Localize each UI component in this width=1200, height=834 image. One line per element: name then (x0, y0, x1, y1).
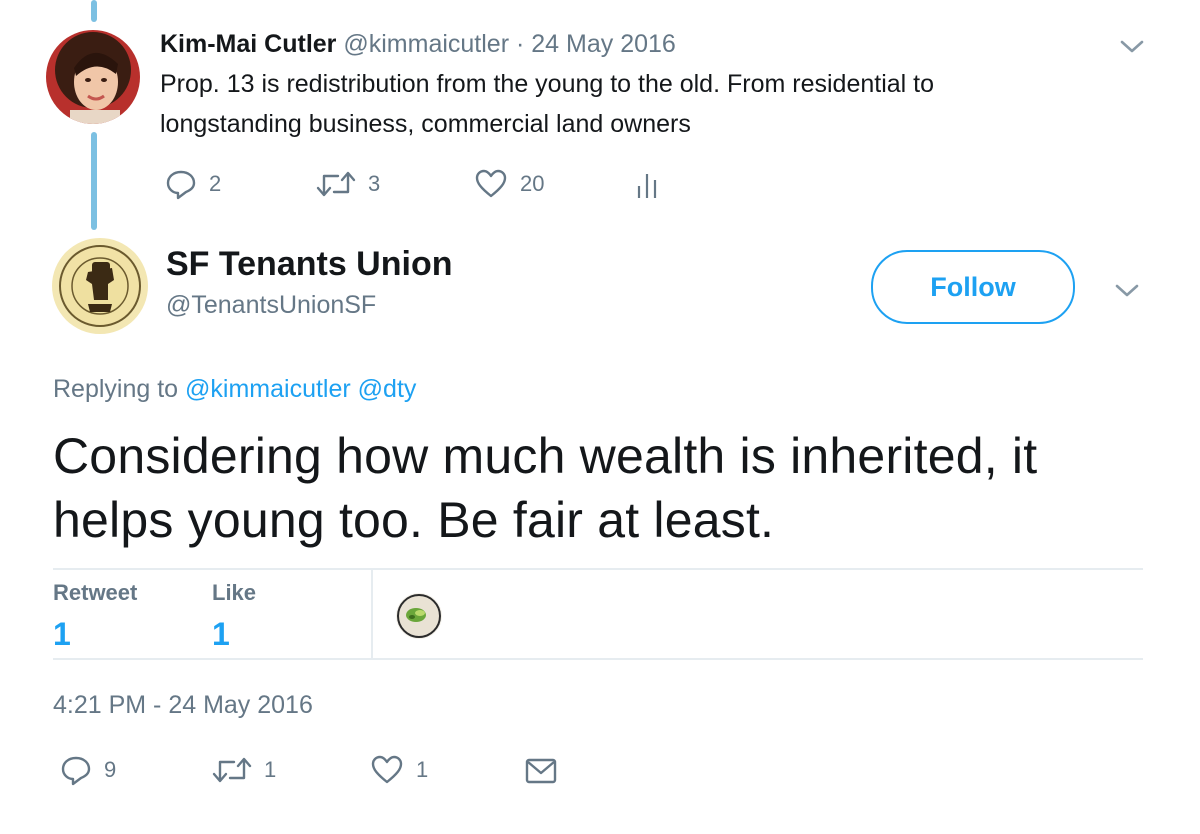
heart-icon (371, 755, 403, 784)
parent-like-button[interactable]: 20 (474, 168, 544, 200)
retweet-stat-label: Retweet (53, 580, 138, 605)
parent-reply-count: 2 (209, 171, 222, 196)
parent-retweet-count: 3 (368, 171, 381, 196)
main-like-count: 1 (416, 757, 429, 782)
stats-top-divider (53, 568, 1143, 570)
thread-line-top (91, 0, 97, 22)
stats-vertical-divider (371, 570, 373, 659)
retweet-stat[interactable]: Retweet 1 (53, 580, 137, 653)
main-retweet-count: 1 (264, 757, 277, 782)
parent-author-name[interactable]: Kim-Mai Cutler (160, 30, 336, 58)
direct-message-button[interactable] (524, 756, 558, 791)
mention-dty[interactable]: @dty (358, 375, 417, 403)
tweet-timestamp[interactable]: 4:21 PM - 24 May 2016 (53, 688, 313, 722)
replying-to-label: Replying to (53, 375, 179, 403)
replying-to: Replying to @kimmaicutler @dty (53, 372, 416, 406)
avatar-kimmaicutler[interactable] (46, 30, 140, 124)
main-reply-count: 9 (104, 757, 117, 782)
retweet-icon (316, 171, 356, 197)
main-author-handle[interactable]: @TenantsUnionSF (166, 288, 376, 322)
reply-icon (166, 170, 196, 200)
stats-bottom-divider (53, 658, 1143, 660)
parent-author-handle[interactable]: @kimmaicutler (343, 30, 509, 58)
parent-reply-button[interactable]: 2 (165, 168, 221, 200)
liker-avatar[interactable] (396, 593, 442, 639)
avatar-tenantsunionsf[interactable] (52, 238, 148, 334)
main-reply-button[interactable]: 9 (60, 754, 116, 786)
parent-more-button[interactable] (1118, 36, 1146, 61)
like-stat-count: 1 (212, 616, 230, 652)
like-stat[interactable]: Like 1 (212, 580, 256, 653)
thread-line-bottom (91, 132, 97, 230)
chevron-down-icon (1120, 40, 1144, 53)
follow-button[interactable]: Follow (871, 250, 1075, 324)
parent-analytics-button[interactable] (636, 170, 660, 205)
like-stat-label: Like (212, 580, 257, 605)
envelope-icon (525, 758, 557, 784)
main-retweet-button[interactable]: 1 (212, 754, 276, 786)
main-tweet-text: Considering how much wealth is inherited… (53, 428, 1038, 548)
parent-tweet-date[interactable]: 24 May 2016 (531, 30, 676, 58)
parent-tweet-text: Prop. 13 is redistribution from the youn… (160, 70, 934, 138)
separator-dot: · (516, 30, 525, 58)
parent-retweet-button[interactable]: 3 (316, 168, 380, 200)
main-author-name[interactable]: SF Tenants Union (166, 244, 452, 284)
main-like-button[interactable]: 1 (370, 754, 428, 786)
mention-kimmaicutler[interactable]: @kimmaicutler (185, 375, 351, 403)
parent-like-count: 20 (520, 171, 545, 196)
main-more-button[interactable] (1113, 280, 1141, 305)
retweet-icon (212, 757, 252, 783)
heart-icon (475, 169, 507, 198)
retweet-stat-count: 1 (53, 616, 71, 652)
analytics-icon (637, 174, 657, 198)
chevron-down-icon (1115, 284, 1139, 297)
parent-tweet-header: Kim-Mai Cutler @kimmaicutler · 24 May 20… (160, 28, 676, 60)
reply-icon (61, 756, 91, 786)
